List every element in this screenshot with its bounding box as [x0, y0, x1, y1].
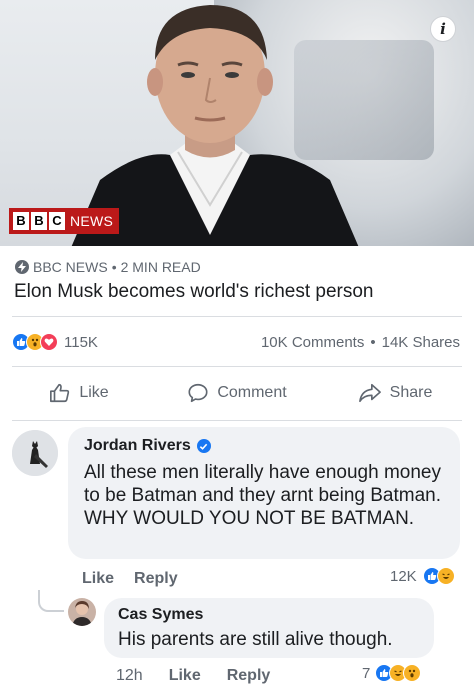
thumbs-up-icon — [50, 383, 70, 403]
avatar[interactable] — [12, 430, 58, 476]
comment-text: All these men literally have enough mone… — [84, 462, 442, 529]
wow-reaction-icon — [403, 664, 422, 682]
haha-reaction-icon — [436, 567, 455, 585]
divider — [12, 420, 462, 421]
reaction-count: 115K — [64, 333, 98, 351]
stats-separator: • — [370, 333, 376, 351]
article-meta: BBC NEWS • 2 MIN READ — [15, 259, 201, 275]
reply-reaction-count: 7 — [362, 664, 371, 682]
comment-like-button[interactable]: Like — [82, 570, 114, 588]
meta-read-time: 2 MIN READ — [120, 259, 201, 275]
like-button-label: Like — [79, 384, 109, 401]
reactions-summary[interactable]: 115K 10K Comments • 14K Shares — [12, 331, 460, 353]
user-avatar-icon — [68, 598, 96, 626]
like-button[interactable]: Like — [0, 378, 158, 408]
info-icon[interactable]: i — [430, 16, 456, 42]
comment-reactions[interactable]: 12K — [390, 567, 455, 585]
reply-bubble[interactable]: Cas Symes His parents are still alive th… — [104, 598, 434, 658]
post-action-bar: Like Comment Share — [0, 378, 474, 408]
comment-bubble[interactable]: Jordan Rivers All these men literally ha… — [68, 427, 460, 559]
shares-count[interactable]: 14K Shares — [382, 334, 460, 351]
batman-avatar-icon — [12, 430, 58, 476]
reply-avatar[interactable] — [68, 598, 96, 626]
instant-article-bolt-icon — [15, 260, 29, 274]
reply-timestamp: 12h — [116, 667, 143, 684]
divider — [12, 316, 462, 317]
reply-reactions[interactable]: 7 — [362, 664, 422, 682]
reply-like-button[interactable]: Like — [169, 667, 201, 685]
divider — [12, 366, 462, 367]
comments-count[interactable]: 10K Comments — [261, 334, 364, 351]
article-image[interactable]: i B B C NEWS — [0, 0, 474, 246]
share-arrow-icon — [358, 383, 381, 403]
reply-thread-line — [38, 590, 64, 612]
reply-author-name[interactable]: Cas Symes — [118, 606, 420, 624]
article-headline[interactable]: Elon Musk becomes world's richest person — [14, 281, 374, 303]
comment-reply-button[interactable]: Reply — [134, 570, 178, 588]
bbc-news-logo: B B C NEWS — [9, 208, 120, 234]
comment-button[interactable]: Comment — [158, 378, 316, 408]
comment-author-name[interactable]: Jordan Rivers — [84, 437, 191, 455]
love-reaction-icon — [40, 333, 58, 351]
share-button[interactable]: Share — [316, 378, 474, 408]
reply-text: His parents are still alive though. — [118, 629, 393, 650]
comment-button-label: Comment — [217, 384, 287, 401]
reply-reply-button[interactable]: Reply — [227, 667, 271, 685]
comment-reaction-count: 12K — [390, 567, 417, 585]
meta-source: BBC NEWS — [33, 259, 108, 275]
reply-actions: 12h Like Reply — [116, 667, 270, 685]
meta-separator: • — [111, 259, 117, 275]
share-button-label: Share — [389, 384, 433, 401]
comment-actions: Like Reply — [82, 570, 178, 588]
comment-bubble-icon — [188, 383, 208, 403]
verified-badge-icon — [196, 439, 211, 453]
